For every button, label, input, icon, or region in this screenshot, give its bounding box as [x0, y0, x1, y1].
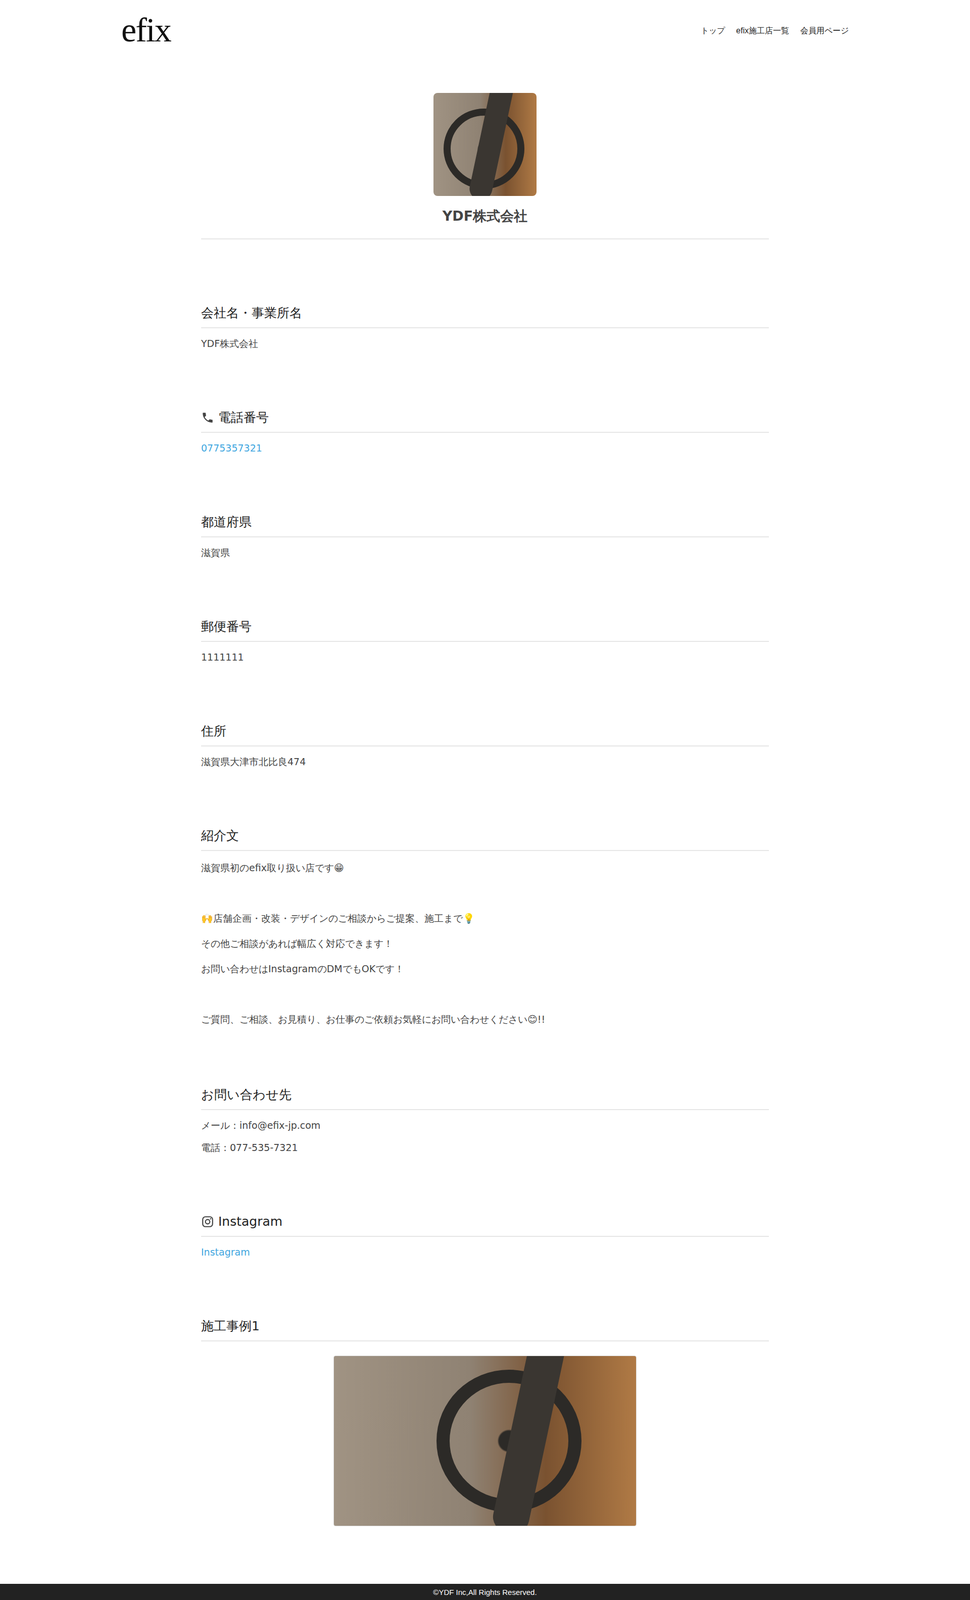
paragraph: 0775357321 [201, 437, 769, 460]
footer: ©YDF Inc,All Rights Reserved. [0, 1584, 970, 1600]
paragraph: 滋賀県初のefix取り扱い店です😁 [201, 855, 769, 881]
case-image-wrap [201, 1355, 769, 1527]
nav-item[interactable]: トップ [700, 25, 725, 37]
section-value: YDF株式会社 [201, 332, 769, 355]
page: efixトップefix施工店一覧会員用ページYDF株式会社会社名・事業所名YDF… [0, 0, 970, 1600]
section-value: 滋賀県大津市北比良474 [201, 750, 769, 773]
text-line: その他ご相談があれば幅広く対応できます！ [201, 931, 769, 957]
profile-head: YDF株式会社 [201, 92, 769, 240]
copyright: ©YDF Inc,All Rights Reserved. [432, 1588, 537, 1597]
text-line: 🙌店舗企画・改装・デザインのご相談からご提案、施工まで💡 [201, 905, 769, 932]
paragraph: ご質問、ご相談、お見積り、お仕事のご依頼お気軽にお問い合わせください😊!! [201, 1006, 769, 1033]
section-value: 滋賀県初のefix取り扱い店です😁 🙌店舗企画・改装・デザインのご相談からご提案、… [201, 855, 769, 1033]
paragraph: YDF株式会社 [201, 332, 769, 355]
text-line: 電話：077-535-7321 [201, 1136, 769, 1159]
paragraph: 1111111 [201, 646, 769, 669]
header: efix トップ efix施工店一覧会員用ページ [121, 0, 849, 62]
info-section: 住所滋賀県大津市北比良474 [201, 722, 769, 773]
info-section: 電話番号 0775357321 [201, 408, 769, 460]
info-section: 郵便番号 1111111 [201, 617, 769, 669]
instagram-icon [201, 1215, 215, 1229]
section-value: メール：info@efix-jp.com電話：077-535-7321 [201, 1114, 769, 1159]
case-image [333, 1355, 637, 1527]
text-line: 滋賀県 [201, 541, 769, 564]
nav-item[interactable]: 会員用ページ [800, 25, 849, 37]
company-name: YDF株式会社 [442, 207, 528, 226]
section-heading: 紹介文 [201, 827, 769, 852]
info-section: 紹介文滋賀県初のefix取り扱い店です😁 🙌店舗企画・改装・デザインのご相談からご… [201, 827, 769, 1033]
text-line: ご質問、ご相談、お見積り、お仕事のご依頼お気軽にお問い合わせください😊!! [201, 1006, 769, 1033]
section-heading: 住所 [201, 722, 769, 747]
logo[interactable]: efix [121, 12, 171, 47]
section-heading: 都道府県 [201, 513, 769, 538]
profile: YDF株式会社会社名・事業所名YDF株式会社電話番号0775357321都道府県… [201, 61, 769, 1585]
section-value: 滋賀県 [201, 541, 769, 564]
text-line: メール：info@efix-jp.com [201, 1114, 769, 1137]
section-value: 1111111 [201, 646, 769, 669]
section-value: Instagram [201, 1241, 769, 1264]
phone-icon [201, 411, 215, 425]
section-heading: 会社名・事業所名 [201, 304, 769, 329]
text-line: お問い合わせはInstagramのDMでもOKです！ [201, 956, 769, 982]
section-heading: 施工事例1 [201, 1317, 769, 1342]
paragraph: 🙌店舗企画・改装・デザインのご相談からご提案、施工まで💡その他ご相談があれば幅広… [201, 905, 769, 982]
paragraph: 滋賀県 [201, 541, 769, 564]
text-line: 1111111 [201, 646, 769, 669]
text-line: 滋賀県初のefix取り扱い店です😁 [201, 855, 769, 881]
text-line: YDF株式会社 [201, 332, 769, 355]
text-line: 滋賀県大津市北比良474 [201, 750, 769, 773]
section-heading: 郵便番号 [201, 617, 769, 643]
info-section: お問い合わせ先メール：info@efix-jp.com電話：077-535-73… [201, 1086, 769, 1159]
link[interactable]: Instagram [201, 1241, 769, 1264]
link[interactable]: 0775357321 [201, 437, 769, 460]
info-section: Instagram Instagram [201, 1213, 769, 1264]
paragraph: 滋賀県大津市北比良474 [201, 750, 769, 773]
section-heading: 電話番号 [201, 408, 769, 433]
paragraph: Instagram [201, 1241, 769, 1264]
info-section: 都道府県滋賀県 [201, 513, 769, 564]
section-heading: Instagram [201, 1213, 769, 1238]
nav: トップ efix施工店一覧会員用ページ [700, 25, 849, 37]
nav-item[interactable]: efix施工店一覧 [736, 25, 790, 37]
section-value: 0775357321 [201, 437, 769, 460]
section-heading: お問い合わせ先 [201, 1086, 769, 1111]
avatar-image [433, 92, 537, 197]
paragraph: メール：info@efix-jp.com電話：077-535-7321 [201, 1114, 769, 1159]
info-section: 会社名・事業所名 YDF株式会社 [201, 304, 769, 355]
info-section: 施工事例1 [201, 1317, 769, 1527]
